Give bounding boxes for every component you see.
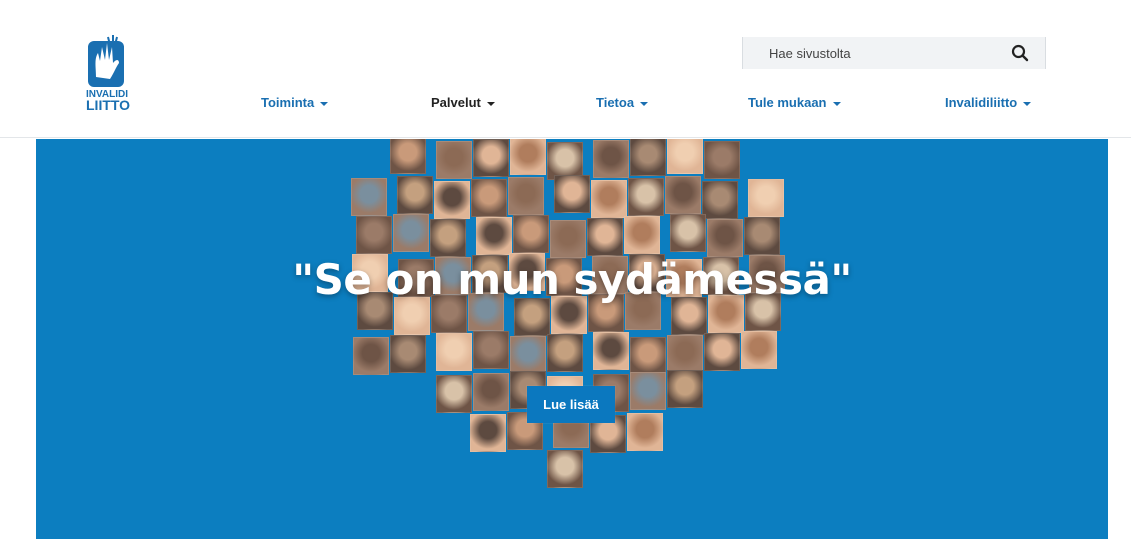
collage-photo-tile [473, 373, 509, 411]
collage-photo-tile [628, 178, 664, 216]
collage-photo-tile [593, 332, 629, 370]
nav-item-tule-mukaan[interactable]: Tule mukaan [748, 95, 841, 110]
collage-photo-tile [434, 181, 470, 219]
collage-photo-tile [476, 217, 512, 255]
chevron-down-icon [832, 101, 841, 106]
collage-photo-tile [630, 139, 666, 176]
collage-photo-tile [397, 176, 433, 214]
collage-photo-tile [667, 335, 703, 373]
collage-photo-tile [430, 219, 466, 257]
nav-label: Tule mukaan [748, 95, 827, 110]
collage-photo-tile [356, 216, 392, 254]
nav-label: Palvelut [431, 95, 481, 110]
collage-photo-tile [510, 139, 546, 175]
search-input[interactable] [743, 37, 993, 69]
collage-photo-tile [630, 337, 666, 375]
collage-photo-tile [670, 214, 706, 252]
collage-photo-tile [593, 140, 629, 178]
collage-photo-tile [473, 331, 509, 369]
collage-photo-tile [473, 139, 509, 177]
nav-item-invalidiliitto[interactable]: Invalidiliitto [945, 95, 1032, 110]
collage-photo-tile [627, 413, 663, 451]
collage-photo-tile [667, 370, 703, 408]
nav-label: Toiminta [261, 95, 315, 110]
collage-photo-tile [393, 214, 429, 252]
collage-photo-tile [353, 337, 389, 375]
collage-photo-tile [508, 177, 544, 215]
collage-photo-tile [513, 215, 549, 253]
nav-item-toiminta[interactable]: Toiminta [261, 95, 329, 110]
collage-photo-tile [748, 179, 784, 217]
nav-item-palvelut[interactable]: Palvelut [431, 95, 495, 110]
site-header: INVALIDI LIITTO Toiminta Palvelut Tietoa… [0, 0, 1131, 138]
collage-photo-tile [707, 219, 743, 257]
read-more-button[interactable]: Lue lisää [527, 386, 615, 423]
nav-label: Tietoa [596, 95, 635, 110]
collage-photo-tile [630, 372, 666, 410]
collage-photo-tile [665, 176, 701, 214]
collage-photo-tile [547, 450, 583, 488]
collage-photo-tile [744, 217, 780, 255]
collage-photo-tile [436, 141, 472, 179]
collage-photo-tile [667, 139, 703, 174]
collage-photo-tile [510, 336, 546, 374]
collage-photo-tile [547, 334, 583, 372]
chevron-down-icon [1023, 101, 1032, 106]
main-navigation: Toiminta Palvelut Tietoa Tule mukaan Inv… [0, 95, 1131, 115]
heart-photo-collage [316, 139, 828, 539]
collage-photo-tile [624, 216, 660, 254]
collage-photo-tile [550, 220, 586, 258]
nav-item-tietoa[interactable]: Tietoa [596, 95, 649, 110]
search-box [742, 37, 1046, 69]
hand-logo-icon [88, 35, 124, 87]
hero-title: "Se on mun sydämessä" [292, 255, 852, 304]
collage-photo-tile [436, 333, 472, 371]
chevron-down-icon [640, 101, 649, 106]
collage-photo-tile [704, 141, 740, 179]
chevron-down-icon [320, 101, 329, 106]
collage-photo-tile [741, 331, 777, 369]
collage-photo-tile [591, 180, 627, 218]
chevron-down-icon [486, 101, 495, 106]
collage-photo-tile [351, 178, 387, 216]
collage-photo-tile [554, 175, 590, 213]
hero-banner: "Se on mun sydämessä" Lue lisää [36, 139, 1108, 539]
collage-photo-tile [436, 375, 472, 413]
collage-photo-tile [704, 333, 740, 371]
collage-photo-tile [390, 139, 426, 174]
nav-label: Invalidiliitto [945, 95, 1018, 110]
collage-photo-tile [390, 335, 426, 373]
collage-photo-tile [470, 414, 506, 452]
collage-photo-tile [702, 181, 738, 219]
collage-photo-tile [471, 179, 507, 217]
search-icon[interactable] [1011, 44, 1029, 62]
collage-photo-tile [587, 218, 623, 256]
